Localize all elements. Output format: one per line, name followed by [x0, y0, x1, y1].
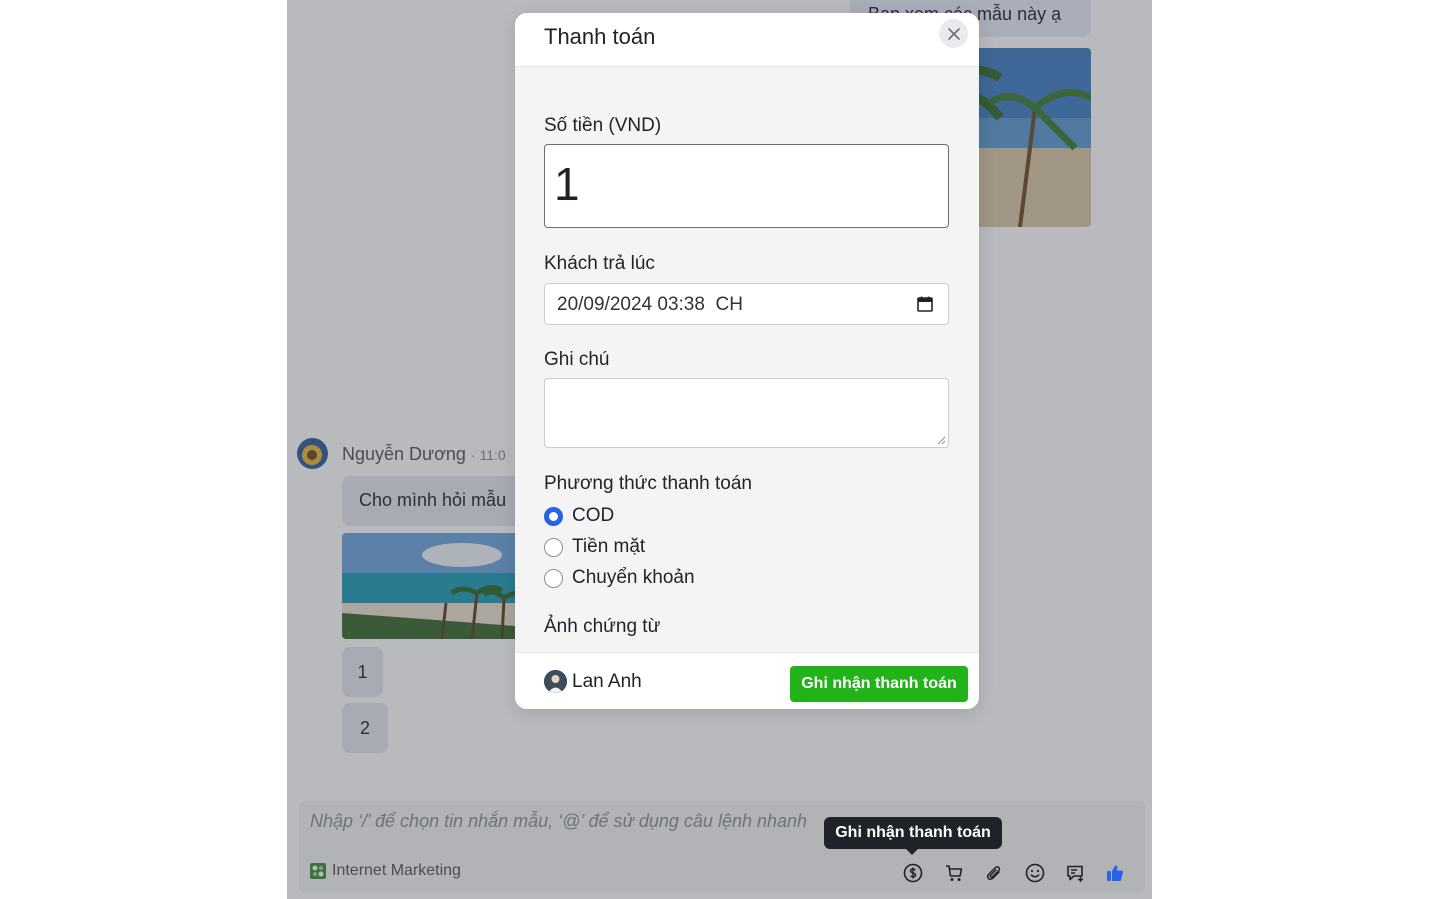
close-button[interactable] — [939, 19, 968, 48]
note-textarea[interactable] — [544, 378, 949, 448]
amount-input[interactable]: 1 — [544, 144, 949, 228]
record-payment-button[interactable]: Ghi nhận thanh toán — [790, 666, 968, 702]
method-option-label: COD — [572, 505, 615, 526]
paid-at-value: 20/09/2024 03:38 CH — [557, 294, 743, 315]
modal-footer: Lan Anh Ghi nhận thanh toán — [515, 652, 979, 709]
method-option-cash[interactable]: Tiền mặt — [544, 536, 645, 558]
paid-at-input[interactable]: 20/09/2024 03:38 CH — [544, 283, 949, 325]
radio-cod[interactable] — [544, 506, 563, 526]
modal-header: Thanh toán — [515, 13, 979, 67]
radio-cash[interactable] — [544, 537, 563, 557]
smile-icon[interactable] — [1024, 862, 1046, 884]
method-option-cod[interactable]: COD — [544, 505, 614, 527]
resize-handle-icon[interactable] — [937, 436, 946, 445]
note-label: Ghi chú — [544, 349, 610, 370]
method-option-label: Chuyển khoản — [572, 567, 695, 588]
assignee: Lan Anh — [544, 670, 642, 693]
user-avatar — [544, 670, 567, 693]
message-plus-icon[interactable] — [1064, 862, 1086, 884]
calendar-icon[interactable] — [916, 295, 934, 313]
cart-icon[interactable] — [943, 862, 965, 884]
modal-title: Thanh toán — [544, 24, 656, 49]
amount-label: Số tiền (VND) — [544, 115, 662, 136]
method-option-label: Tiền mặt — [572, 536, 646, 557]
payment-modal: Thanh toán Số tiền (VND) 1 Khách trả lúc… — [515, 13, 979, 709]
close-icon — [947, 27, 960, 40]
radio-transfer[interactable] — [544, 568, 563, 588]
method-option-transfer[interactable]: Chuyển khoản — [544, 567, 695, 589]
thumbs-up-icon[interactable] — [1104, 862, 1126, 884]
payment-tooltip: Ghi nhận thanh toán — [824, 817, 1002, 855]
method-label: Phương thức thanh toán — [544, 473, 752, 494]
proof-label: Ảnh chứng từ — [544, 616, 661, 637]
dollar-icon[interactable] — [902, 862, 924, 884]
paperclip-icon[interactable] — [983, 862, 1005, 884]
paid-at-label: Khách trả lúc — [544, 253, 655, 274]
user-name: Lan Anh — [572, 670, 642, 692]
